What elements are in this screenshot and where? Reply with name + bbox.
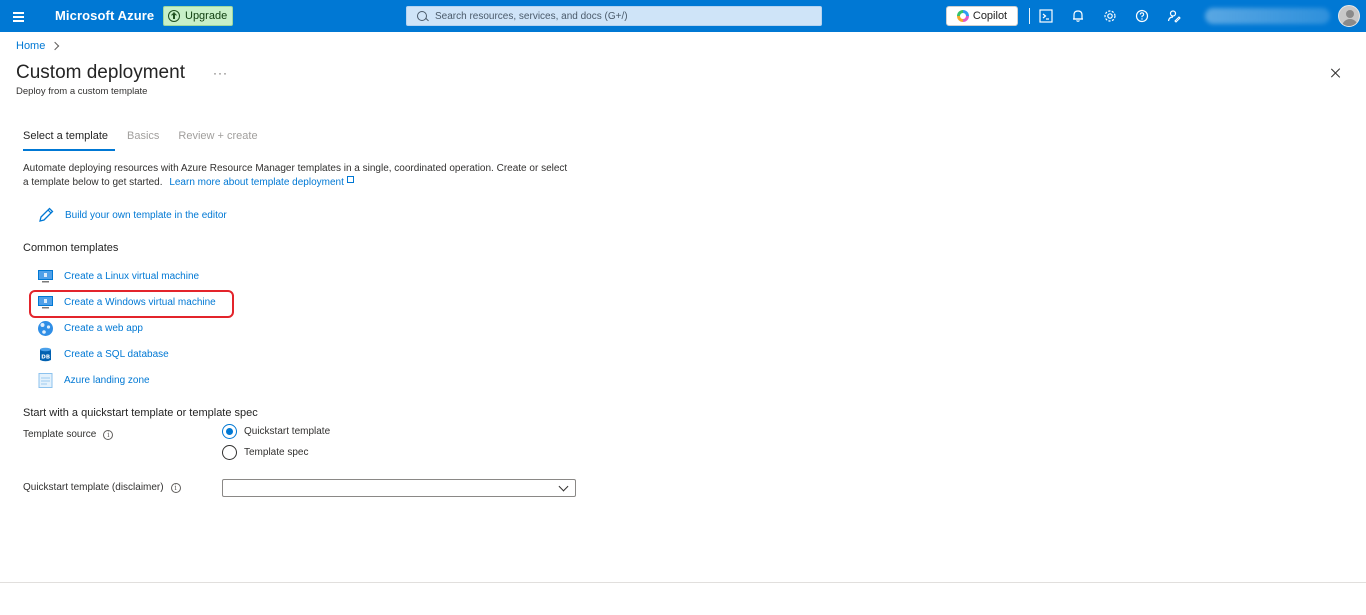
chevron-down-icon: [558, 481, 569, 492]
account-info[interactable]: [1205, 8, 1330, 24]
tab-basics[interactable]: Basics: [120, 128, 166, 151]
cloud-shell-icon[interactable]: [1036, 6, 1056, 26]
build-template-label: Build your own template in the editor: [65, 209, 227, 221]
upgrade-label: Upgrade: [185, 10, 228, 22]
help-icon[interactable]: [1132, 6, 1152, 26]
web-app-icon: [38, 321, 53, 336]
upgrade-arrow-icon: [168, 10, 180, 22]
copilot-button[interactable]: Copilot: [946, 6, 1018, 26]
breadcrumb-home-link[interactable]: Home: [16, 40, 45, 52]
quickstart-template-select[interactable]: [222, 479, 576, 497]
more-options-icon[interactable]: ···: [213, 66, 228, 80]
footer-divider: [0, 582, 1366, 583]
settings-icon[interactable]: [1100, 6, 1120, 26]
template-label: Create a web app: [64, 323, 143, 334]
breadcrumb: Home: [16, 40, 60, 52]
template-source-text: Template source: [23, 429, 97, 440]
search-icon: [417, 11, 427, 21]
sql-database-icon: DB: [40, 347, 51, 362]
template-label: Create a SQL database: [64, 349, 169, 360]
radio-button-checked[interactable]: [222, 424, 237, 439]
template-sql-database[interactable]: DB Create a SQL database: [37, 346, 169, 363]
feedback-icon[interactable]: [1164, 6, 1184, 26]
radio-label: Quickstart template: [244, 426, 331, 437]
upgrade-button[interactable]: Upgrade: [163, 6, 234, 26]
quickstart-heading: Start with a quickstart template or temp…: [23, 407, 258, 419]
landing-zone-icon: [38, 373, 53, 388]
selection-highlight: [29, 290, 234, 318]
quickstart-template-text: Quickstart template (disclaimer): [23, 482, 164, 493]
avatar[interactable]: [1338, 5, 1360, 27]
top-bar: Microsoft Azure Upgrade Search resources…: [0, 0, 1366, 32]
template-source-label: Template source i: [23, 429, 114, 440]
template-label: Azure landing zone: [64, 375, 150, 386]
radio-button[interactable]: [222, 445, 237, 460]
build-template-link[interactable]: Build your own template in the editor: [37, 206, 227, 224]
avatar-head: [1346, 10, 1354, 18]
page-subtitle: Deploy from a custom template: [16, 86, 148, 97]
template-label: Create a Linux virtual machine: [64, 271, 200, 282]
learn-more-link[interactable]: Learn more about template deployment: [169, 177, 344, 188]
external-link-icon: [346, 176, 354, 183]
template-web-app[interactable]: Create a web app: [37, 320, 143, 337]
svg-text:DB: DB: [41, 354, 50, 360]
brand-name[interactable]: Microsoft Azure: [55, 8, 154, 23]
info-icon[interactable]: i: [170, 482, 181, 493]
radio-label: Template spec: [244, 447, 309, 458]
toolbar-divider: [1029, 8, 1030, 24]
tab-select-a-template[interactable]: Select a template: [16, 128, 115, 151]
avatar-body: [1342, 19, 1358, 26]
page-title: Custom deployment: [16, 62, 185, 83]
template-landing-zone[interactable]: Azure landing zone: [37, 372, 150, 389]
template-linux-vm[interactable]: Create a Linux virtual machine: [37, 268, 199, 285]
virtual-machine-icon: [38, 270, 53, 283]
chevron-right-icon: [51, 41, 60, 51]
global-search-input[interactable]: Search resources, services, and docs (G+…: [406, 6, 822, 26]
close-icon[interactable]: [1329, 66, 1343, 80]
menu-icon[interactable]: [9, 6, 29, 26]
search-placeholder: Search resources, services, and docs (G+…: [435, 10, 628, 22]
quickstart-template-label: Quickstart template (disclaimer) i: [23, 482, 181, 493]
notifications-icon[interactable]: [1068, 6, 1088, 26]
pencil-icon: [39, 207, 54, 222]
intro-text: Automate deploying resources with Azure …: [23, 162, 573, 190]
wizard-tabs: Select a template Basics Review + create: [16, 128, 270, 151]
info-icon[interactable]: i: [103, 429, 114, 440]
copilot-label: Copilot: [972, 10, 1008, 22]
radio-quickstart-template[interactable]: Quickstart template: [222, 424, 330, 439]
copilot-icon: [956, 10, 969, 22]
common-templates-heading: Common templates: [23, 242, 119, 254]
radio-template-spec[interactable]: Template spec: [222, 445, 308, 460]
tab-review-create[interactable]: Review + create: [171, 128, 264, 151]
